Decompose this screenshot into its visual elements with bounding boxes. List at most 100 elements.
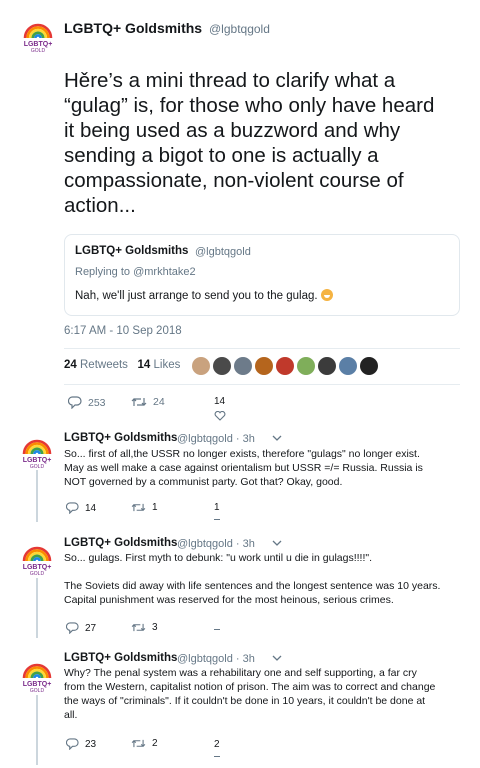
logo-subtext: GOLD <box>29 464 45 470</box>
reply-line: from the Western, capitalist notion of p… <box>64 681 436 693</box>
tweet-line: it being used as a buzzword and why <box>64 119 401 142</box>
liker-avatar[interactable] <box>234 357 252 375</box>
quoted-text-body: Nah, we'll just arrange to send you to t… <box>75 290 318 302</box>
retweet-count: 1 <box>152 502 158 513</box>
heart-icon <box>214 411 226 421</box>
logo-subtext: GOLD <box>29 571 45 577</box>
tweet-line: compassionate, non-violent course of <box>64 169 404 192</box>
liker-avatars <box>192 357 378 375</box>
retweet-icon <box>131 739 146 748</box>
like-action[interactable]: 2 <box>214 739 220 757</box>
chevron-down-icon[interactable] <box>272 539 282 547</box>
heart-icon <box>214 756 220 757</box>
author-name[interactable]: LGBTQ+ Goldsmiths <box>64 652 177 664</box>
author-meta: @lgbtqgold · 3h <box>177 538 255 550</box>
tweet-timestamp[interactable]: 6:17 AM - 10 Sep 2018 <box>64 325 182 337</box>
reply-count: 27 <box>85 622 97 634</box>
chevron-down-icon[interactable] <box>272 434 282 442</box>
reply-action[interactable]: 14 <box>66 502 96 514</box>
retweet-action[interactable]: 2 <box>131 738 158 749</box>
author-handle[interactable]: @lgbtqgold <box>177 538 233 550</box>
like-count: 1 <box>214 502 220 513</box>
reply-icon <box>68 396 82 409</box>
reply-icon <box>66 738 79 750</box>
quoted-tweet[interactable]: LGBTQ+ Goldsmiths @lgbtqgold Replying to… <box>64 234 460 316</box>
reply-line: Capital punishment was reserved for the … <box>64 594 394 606</box>
retweet-action[interactable]: 3 <box>131 622 158 633</box>
avatar[interactable]: LGBTQ+ GOLD <box>22 658 52 696</box>
author-name[interactable]: LGBTQ+ Goldsmiths <box>64 20 202 36</box>
like-action[interactable]: 1 <box>214 502 220 520</box>
liker-avatar[interactable] <box>255 357 273 375</box>
author-handle[interactable]: @lgbtqgold <box>177 653 233 665</box>
reply-action[interactable]: 23 <box>66 738 96 750</box>
heart-icon <box>214 629 220 630</box>
quoted-author-handle: @lgbtqgold <box>195 246 251 258</box>
thread-line <box>36 578 38 638</box>
heart-icon <box>214 519 220 520</box>
logo-text: LGBTQ+ <box>22 564 52 571</box>
logo-subtext: GOLD <box>29 688 45 694</box>
tweet-time[interactable]: 3h <box>243 653 255 665</box>
retweet-action[interactable]: 1 <box>131 502 158 513</box>
author-name[interactable]: LGBTQ+ Goldsmiths <box>64 432 177 444</box>
retweet-icon <box>131 503 146 512</box>
like-action[interactable] <box>214 623 220 630</box>
likes-label[interactable]: Likes <box>154 359 181 371</box>
tweet-text: Hěre’s a mini thread to clarify what a “… <box>64 68 464 218</box>
reply-text: So... gulags. First myth to debunk: "u w… <box>64 551 456 607</box>
reply-line <box>64 565 456 579</box>
author-handle[interactable]: @lgbtqgold <box>209 22 270 36</box>
divider <box>64 384 460 385</box>
logo-text: LGBTQ+ <box>23 41 53 48</box>
liker-avatar[interactable] <box>318 357 336 375</box>
reply-icon <box>66 502 79 514</box>
retweets-label[interactable]: Retweets <box>80 359 128 371</box>
tweet-time[interactable]: 3h <box>243 538 255 550</box>
replying-to: Replying to @mrkhtake2 <box>75 266 196 278</box>
author-name[interactable]: LGBTQ+ Goldsmiths <box>64 537 177 549</box>
reply-line: The Soviets did away with life sentences… <box>64 580 441 592</box>
thread-line <box>36 470 38 522</box>
reply-action[interactable]: 253 <box>68 396 106 409</box>
rainbow-logo-icon <box>22 439 52 455</box>
reply-icon <box>66 622 79 634</box>
tweet-time[interactable]: 3h <box>243 433 255 445</box>
author-handle[interactable]: @lgbtqgold <box>177 433 233 445</box>
tweet-stats: 24 Retweets 14 Likes <box>64 359 180 371</box>
retweet-action[interactable]: 24 <box>131 396 165 408</box>
reply-action[interactable]: 27 <box>66 622 96 634</box>
liker-avatar[interactable] <box>360 357 378 375</box>
reply-line: NOT governed by a communist party. Got t… <box>64 476 343 488</box>
logo-subtext: GOLD <box>30 48 46 54</box>
liker-avatar[interactable] <box>276 357 294 375</box>
avatar[interactable]: LGBTQ+ GOLD <box>22 541 52 579</box>
retweet-count: 3 <box>152 622 158 633</box>
avatar[interactable]: LGBTQ+ GOLD <box>22 434 52 472</box>
quoted-text: Nah, we'll just arrange to send you to t… <box>75 289 333 302</box>
reply-line: So... gulags. First myth to debunk: "u w… <box>64 552 373 564</box>
reply-text: Why? The penal system was a rehabilitary… <box>64 666 456 722</box>
thread-line <box>36 695 38 765</box>
rainbow-logo-icon <box>22 663 52 679</box>
reply-line: all. <box>64 709 78 721</box>
chevron-down-icon[interactable] <box>272 654 282 662</box>
retweet-icon <box>131 623 146 632</box>
tweet-line: Hěre’s a mini thread to clarify what a <box>64 69 396 92</box>
quoted-author-name: LGBTQ+ Goldsmiths <box>75 245 189 257</box>
retweet-count[interactable]: 24 <box>64 359 77 371</box>
rainbow-logo-icon <box>23 23 53 39</box>
liker-avatar[interactable] <box>213 357 231 375</box>
like-action[interactable]: 14 <box>214 396 226 421</box>
avatar[interactable]: LGBTQ+ GOLD <box>23 18 53 56</box>
liker-avatar[interactable] <box>192 357 210 375</box>
liker-avatar[interactable] <box>297 357 315 375</box>
like-count: 2 <box>214 739 220 750</box>
logo-text: LGBTQ+ <box>22 681 52 688</box>
reply-text: So... first of all,the USSR no longer ex… <box>64 447 456 489</box>
liker-avatar[interactable] <box>339 357 357 375</box>
grinning-emoji-icon <box>320 289 333 301</box>
logo-text: LGBTQ+ <box>22 457 52 464</box>
reply-count: 14 <box>85 502 97 514</box>
like-count[interactable]: 14 <box>138 359 151 371</box>
